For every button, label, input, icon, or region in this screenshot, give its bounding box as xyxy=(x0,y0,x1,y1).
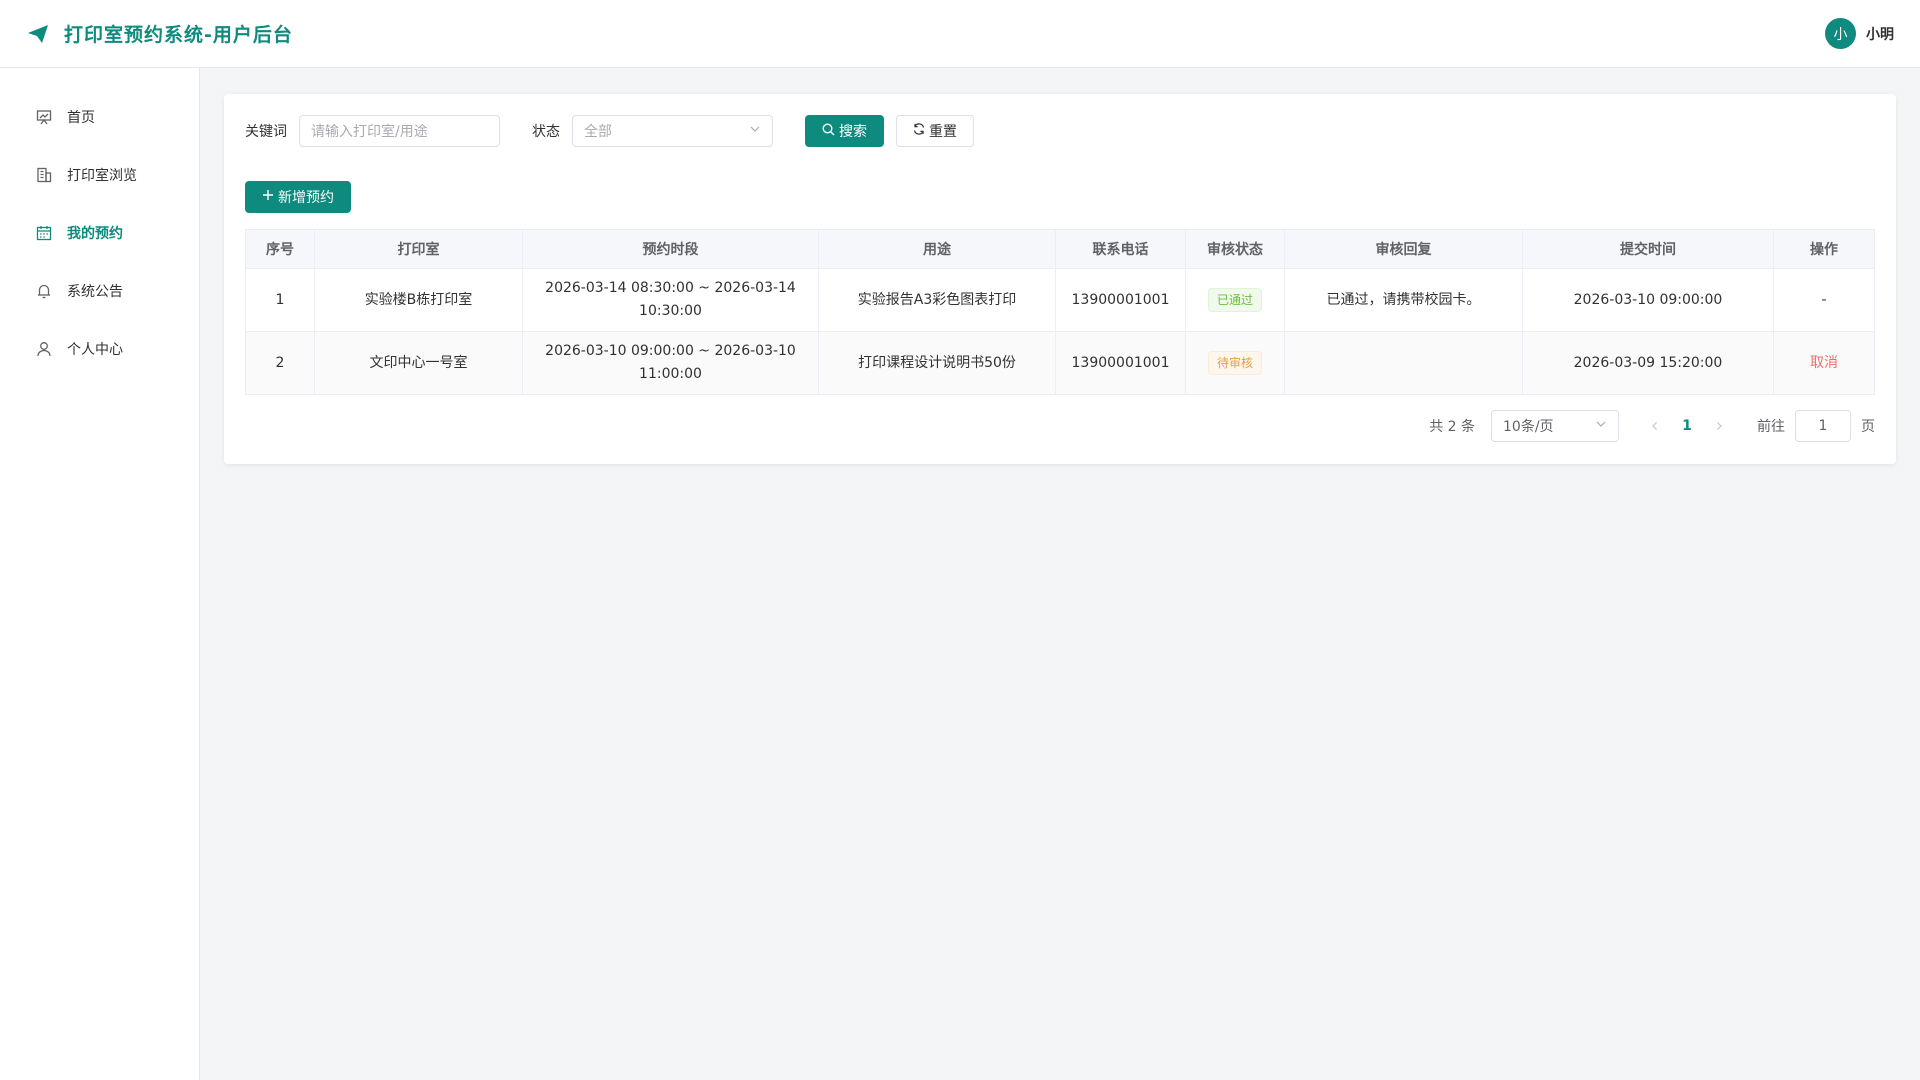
chevron-down-icon xyxy=(1595,418,1607,434)
page-number-current[interactable]: 1 xyxy=(1671,418,1703,434)
calendar-icon xyxy=(35,224,53,242)
chevron-down-icon xyxy=(749,123,761,139)
cell-purpose: 打印课程设计说明书50份 xyxy=(818,331,1056,395)
cell-purpose: 实验报告A3彩色图表打印 xyxy=(818,268,1056,332)
sidebar: 首页 打印室浏览 我的预约 系统公告 个人中心 xyxy=(0,68,200,1080)
cancel-booking-button[interactable]: 取消 xyxy=(1810,355,1838,371)
col-header-room: 打印室 xyxy=(314,229,523,269)
period-line: 11:00:00 xyxy=(639,366,702,382)
add-booking-button[interactable]: 新增预约 xyxy=(245,181,351,213)
sidebar-item-label: 我的预约 xyxy=(67,226,123,242)
cell-status: 已通过 xyxy=(1185,268,1285,332)
search-button[interactable]: 搜索 xyxy=(805,115,884,147)
period-line: 10:30:00 xyxy=(639,303,702,319)
col-header-status: 审核状态 xyxy=(1185,229,1285,269)
table-row: 2 文印中心一号室 2026-03-10 09:00:00 ~ 2026-03-… xyxy=(245,331,1875,395)
col-header-action: 操作 xyxy=(1773,229,1875,269)
app-title: 打印室预约系统-用户后台 xyxy=(64,24,293,46)
cell-submitted: 2026-03-10 09:00:00 xyxy=(1522,268,1774,332)
plus-icon xyxy=(262,189,274,205)
refresh-icon xyxy=(913,123,925,139)
pagination-total: 共 2 条 xyxy=(1429,419,1475,435)
cell-period: 2026-03-14 08:30:00 ~ 2026-03-14 10:30:0… xyxy=(522,268,819,332)
paper-plane-icon xyxy=(26,22,50,46)
status-select-value: 全部 xyxy=(584,124,612,140)
page-size-value: 10条/页 xyxy=(1503,419,1554,435)
keyword-label: 关键词 xyxy=(245,124,287,140)
cell-action: 取消 xyxy=(1773,331,1875,395)
brand: 打印室预约系统-用户后台 xyxy=(26,20,293,47)
next-page-icon[interactable] xyxy=(1703,421,1735,431)
cell-period: 2026-03-10 09:00:00 ~ 2026-03-10 11:00:0… xyxy=(522,331,819,395)
col-header-index: 序号 xyxy=(245,229,315,269)
cell-reply xyxy=(1284,331,1523,395)
goto-page-input[interactable]: 1 xyxy=(1795,410,1851,442)
period-line: 2026-03-10 09:00:00 ~ 2026-03-10 xyxy=(545,343,796,359)
pagination: 共 2 条 10条/页 1 前往 1 页 xyxy=(1429,410,1875,442)
goto-label: 前往 xyxy=(1757,419,1785,435)
user-icon xyxy=(35,340,53,358)
bell-icon xyxy=(35,282,53,300)
add-booking-label: 新增预约 xyxy=(278,190,334,206)
avatar[interactable]: 小 xyxy=(1825,18,1856,49)
sidebar-item-profile[interactable]: 个人中心 xyxy=(0,320,199,378)
building-icon xyxy=(35,166,53,184)
cell-phone: 13900001001 xyxy=(1055,268,1186,332)
bookings-card: 关键词 请输入打印室/用途 状态 全部 搜索 重置 新增预约 序号 打印室 预约… xyxy=(224,94,1896,464)
user-menu[interactable]: 小 小明 xyxy=(1825,18,1894,49)
col-header-submitted: 提交时间 xyxy=(1522,229,1774,269)
status-badge: 待审核 xyxy=(1207,351,1262,375)
sidebar-item-home[interactable]: 首页 xyxy=(0,88,199,146)
cell-index: 1 xyxy=(245,268,315,332)
cell-room: 实验楼B栋打印室 xyxy=(314,268,523,332)
sidebar-item-rooms[interactable]: 打印室浏览 xyxy=(0,146,199,204)
cell-room: 文印中心一号室 xyxy=(314,331,523,395)
search-button-label: 搜索 xyxy=(839,124,867,140)
page-size-select[interactable]: 10条/页 xyxy=(1491,410,1619,442)
status-badge: 已通过 xyxy=(1207,288,1262,312)
col-header-period: 预约时段 xyxy=(522,229,819,269)
sidebar-item-announcements[interactable]: 系统公告 xyxy=(0,262,199,320)
reset-button-label: 重置 xyxy=(929,124,957,140)
username[interactable]: 小明 xyxy=(1866,24,1894,44)
page-suffix: 页 xyxy=(1861,419,1875,435)
sidebar-item-label: 个人中心 xyxy=(67,342,123,358)
sidebar-item-my-bookings[interactable]: 我的预约 xyxy=(0,204,199,262)
status-select[interactable]: 全部 xyxy=(572,115,773,147)
filter-bar: 关键词 请输入打印室/用途 状态 全部 搜索 重置 xyxy=(245,115,974,147)
cell-reply: 已通过，请携带校园卡。 xyxy=(1284,268,1523,332)
prev-page-icon[interactable] xyxy=(1639,421,1671,431)
cell-index: 2 xyxy=(245,331,315,395)
cell-status: 待审核 xyxy=(1185,331,1285,395)
cell-action: - xyxy=(1773,268,1875,332)
period-line: 2026-03-14 08:30:00 ~ 2026-03-14 xyxy=(545,280,796,296)
sidebar-item-label: 打印室浏览 xyxy=(67,168,137,184)
keyword-placeholder: 请输入打印室/用途 xyxy=(311,124,428,140)
reset-button[interactable]: 重置 xyxy=(896,115,974,147)
sidebar-item-label: 系统公告 xyxy=(67,284,123,300)
col-header-phone: 联系电话 xyxy=(1055,229,1186,269)
keyword-input[interactable]: 请输入打印室/用途 xyxy=(299,115,500,147)
top-bar: 打印室预约系统-用户后台 小 小明 xyxy=(0,0,1920,68)
search-icon xyxy=(822,122,835,140)
bookings-table: 序号 打印室 预约时段 用途 联系电话 审核状态 审核回复 提交时间 操作 1 … xyxy=(245,229,1875,395)
goto-page-value: 1 xyxy=(1818,418,1828,434)
status-label: 状态 xyxy=(532,124,560,140)
cell-phone: 13900001001 xyxy=(1055,331,1186,395)
sidebar-item-label: 首页 xyxy=(67,110,95,126)
cell-submitted: 2026-03-09 15:20:00 xyxy=(1522,331,1774,395)
col-header-purpose: 用途 xyxy=(818,229,1056,269)
dashboard-icon xyxy=(35,108,53,126)
table-header-row: 序号 打印室 预约时段 用途 联系电话 审核状态 审核回复 提交时间 操作 xyxy=(245,229,1875,269)
table-row: 1 实验楼B栋打印室 2026-03-14 08:30:00 ~ 2026-03… xyxy=(245,268,1875,332)
col-header-reply: 审核回复 xyxy=(1284,229,1523,269)
